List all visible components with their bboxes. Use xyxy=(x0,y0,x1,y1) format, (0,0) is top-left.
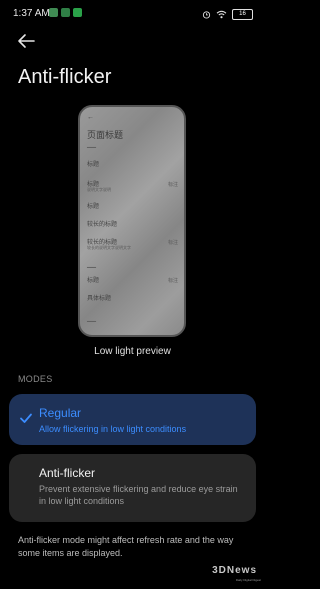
battery-icon: 16 xyxy=(232,8,253,20)
preview-item: 较长的标题 xyxy=(87,222,118,228)
status-bar: 1:37 AM 16 xyxy=(0,0,265,26)
status-time: 1:37 AM xyxy=(13,8,50,19)
preview-item-sub: 较长的说明文字说明文字 xyxy=(87,245,131,250)
preview-item: 具体标题 xyxy=(87,296,112,302)
battery-level: 16 xyxy=(239,11,246,17)
preview-back-icon: ← xyxy=(87,114,94,121)
preview-title: 页面标题 xyxy=(87,130,124,140)
mode-description: Allow flickering in low light conditions xyxy=(39,424,187,434)
arrow-left-icon xyxy=(18,34,35,48)
mode-description: Prevent extensive flickering and reduce … xyxy=(39,484,238,506)
mode-regular-option[interactable]: Regular Allow flickering in low light co… xyxy=(9,394,256,445)
preview-divider: ━━━ xyxy=(87,265,97,271)
wifi-icon xyxy=(216,10,227,18)
alarm-icon xyxy=(202,10,211,19)
preview-item-value: 标注 xyxy=(167,240,178,246)
preview-item: 标题 xyxy=(87,204,100,210)
notification-icon xyxy=(61,8,70,17)
back-button[interactable] xyxy=(16,33,36,49)
preview-item-value: 标注 xyxy=(167,182,178,188)
status-indicators: 16 xyxy=(202,8,253,20)
preview-divider: ━━━ xyxy=(87,319,97,325)
preview-item-value: 标注 xyxy=(167,278,178,284)
checkmark-icon xyxy=(20,413,32,423)
mode-title: Anti-flicker xyxy=(39,466,96,480)
watermark-text: 3DNews xyxy=(212,565,257,576)
mode-anti-flicker-option[interactable]: Anti-flicker Prevent extensive flickerin… xyxy=(9,454,256,522)
modes-section-header: MODES xyxy=(18,374,53,384)
low-light-preview: ← 页面标题 ━━━ 标题 标题 说明文字说明 标注 标题 较长的标题 较长的标… xyxy=(78,105,186,337)
notification-icon xyxy=(73,8,82,17)
preview-item: 标题 xyxy=(87,278,100,284)
watermark-logo: 3DNews Daily Digital Digest xyxy=(209,565,261,585)
page-title: Anti-flicker xyxy=(18,66,112,88)
mode-title: Regular xyxy=(39,406,82,420)
preview-item-sub: 说明文字说明 xyxy=(87,187,111,192)
preview-item: 标题 xyxy=(87,162,100,168)
preview-divider: ━━━ xyxy=(87,145,97,151)
anti-flicker-footnote: Anti-flicker mode might affect refresh r… xyxy=(18,535,234,558)
notification-icon xyxy=(49,8,58,17)
watermark-tagline: Daily Digital Digest xyxy=(235,578,261,582)
preview-caption: Low light preview xyxy=(94,346,171,357)
